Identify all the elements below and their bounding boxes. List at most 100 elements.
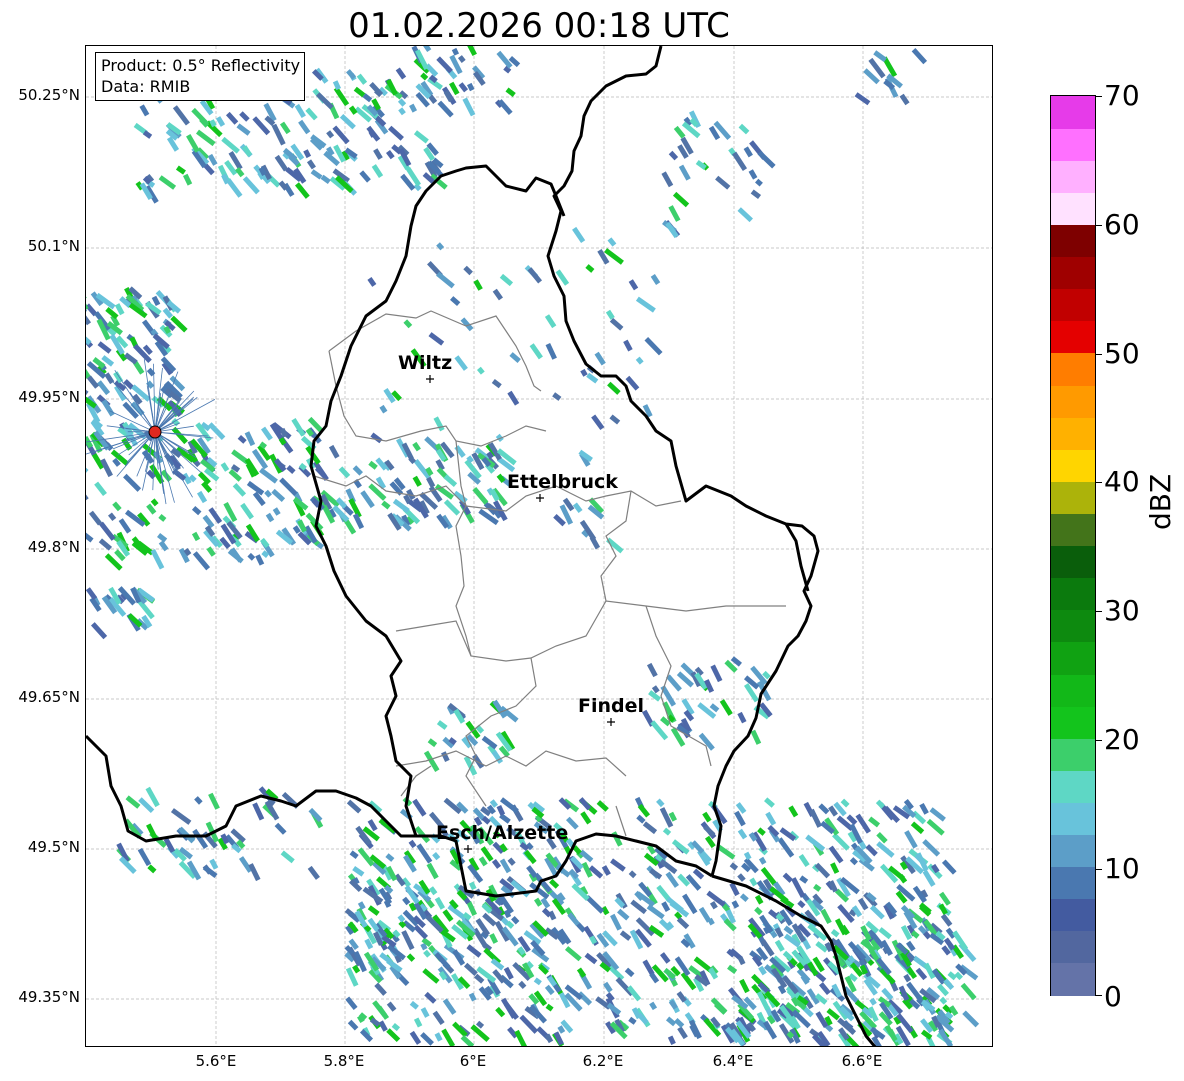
echo-cell: [630, 899, 647, 915]
echo-cell: [749, 877, 758, 887]
echo-cell: [428, 332, 445, 346]
echo-cell: [279, 477, 298, 497]
colorbar-tick-30: 30: [1104, 594, 1140, 627]
echo-cell: [86, 289, 89, 311]
echo-cell: [884, 1024, 898, 1042]
echo-cell: [578, 797, 592, 811]
echo-cell: [398, 107, 406, 116]
colorbar-band: [1051, 128, 1095, 161]
echo-cell: [401, 930, 415, 951]
echo-cell: [661, 901, 671, 912]
echo-cell: [385, 853, 395, 862]
echo-cell: [409, 1030, 422, 1045]
echo-cell: [423, 949, 431, 958]
lat-label-50-25: 50.25°N: [18, 86, 80, 104]
echo-cell: [397, 98, 407, 107]
radar-map-panel[interactable]: Wiltz Ettelbruck Findel Esch/Alzette: [85, 45, 993, 1047]
echo-cell: [777, 837, 795, 858]
echo-cell: [367, 905, 380, 916]
dbz-colorbar: [1050, 95, 1096, 996]
canton-boundaries: [313, 310, 786, 837]
echo-cell: [876, 841, 895, 858]
echo-cell: [750, 189, 762, 200]
echo-cell: [903, 973, 912, 983]
echo-cell: [264, 489, 272, 498]
city-markers: [426, 375, 615, 853]
echo-cell: [386, 149, 395, 160]
echo-cell: [381, 500, 391, 510]
echo-cell: [197, 490, 208, 504]
echo-cell: [291, 418, 306, 437]
echo-cell: [352, 866, 365, 877]
colorbar-tickmark: [1096, 354, 1102, 355]
echo-cell: [677, 1026, 688, 1040]
echo-cell: [426, 862, 439, 880]
echo-cell: [624, 967, 635, 978]
echo-cell: [207, 153, 218, 166]
echo-cell: [491, 859, 502, 869]
echo-cell: [518, 980, 527, 990]
colorbar-band: [1051, 224, 1095, 258]
echo-cell: [457, 55, 466, 63]
echo-cell: [137, 847, 152, 867]
echo-cell: [507, 857, 516, 866]
lat-label-49-65: 49.65°N: [18, 688, 80, 706]
echo-cell: [345, 996, 358, 1010]
echo-cell: [139, 104, 150, 117]
echo-cell: [356, 73, 368, 85]
echo-cell: [236, 123, 251, 136]
echo-cell: [499, 273, 514, 287]
echo-cell: [607, 381, 621, 395]
echo-cell: [628, 1016, 637, 1025]
echo-cell: [402, 896, 411, 906]
colorbar-band: [1051, 96, 1095, 129]
echo-cell: [349, 850, 359, 859]
echo-cell: [591, 414, 605, 431]
echo-cell: [491, 379, 502, 389]
echo-cell: [413, 1017, 423, 1028]
echo-cell: [788, 805, 799, 818]
colorbar-band: [1051, 898, 1095, 932]
echo-cell: [348, 105, 358, 115]
echo-cell: [463, 962, 478, 976]
lon-label-6-2: 6.2°E: [582, 1052, 624, 1070]
echo-cell: [501, 997, 517, 1019]
echo-cell: [420, 1007, 430, 1018]
echo-cell: [420, 1032, 434, 1046]
echo-cell: [328, 444, 340, 459]
echo-cell: [274, 822, 287, 835]
echo-cell: [409, 103, 418, 113]
echo-cell: [454, 355, 468, 371]
echo-cell: [316, 92, 334, 110]
echo-cell: [873, 50, 887, 63]
echo-cell: [748, 169, 758, 180]
echo-cell: [857, 897, 869, 911]
echo-cell: [899, 93, 910, 106]
echo-cell: [252, 802, 265, 821]
echo-cell: [150, 549, 165, 570]
echo-cell: [98, 521, 116, 541]
echo-cell: [514, 1029, 529, 1046]
echo-cell: [90, 622, 108, 640]
echo-cell: [623, 339, 633, 352]
echo-cell: [280, 850, 295, 864]
echo-cell: [239, 111, 250, 122]
colorbar-tickmark: [1096, 96, 1102, 97]
echo-cell: [636, 814, 646, 824]
echo-cell: [225, 111, 239, 125]
echo-cell: [661, 171, 674, 188]
echo-cell: [755, 178, 763, 187]
colorbar-band: [1051, 481, 1095, 514]
echo-cell: [549, 878, 560, 889]
echo-cell: [529, 343, 543, 360]
colorbar-band: [1051, 449, 1095, 482]
echo-cell: [158, 540, 169, 552]
echo-cell: [476, 366, 485, 375]
echo-cell: [929, 807, 946, 822]
echo-cell: [194, 796, 203, 805]
echo-cell: [370, 432, 383, 444]
echo-cell: [436, 242, 445, 251]
echo-cell: [338, 466, 351, 479]
echo-cell: [242, 176, 260, 195]
echo-cell: [743, 146, 753, 158]
